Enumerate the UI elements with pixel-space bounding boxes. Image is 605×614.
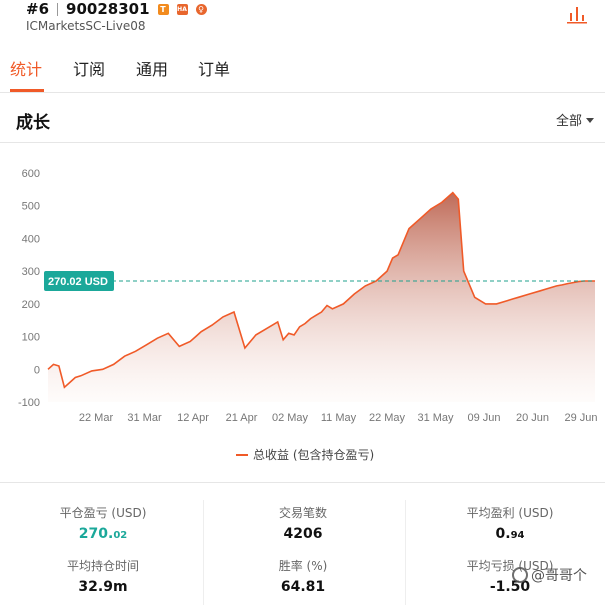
watermark: @哥哥个 (512, 565, 587, 585)
caret-down-icon (586, 118, 595, 123)
stat-label: 平仓盈亏 (USD) (59, 506, 147, 520)
svg-text:270.02 USD: 270.02 USD (48, 276, 108, 288)
growth-chart: 600 500 400 300 200 100 0 -100 22 Mar 31 Mar 12 A… (18, 168, 598, 424)
x-tick-label: 22 May (369, 412, 406, 424)
x-tick-label: 22 Mar (79, 412, 114, 424)
account-number: 90028301 (66, 0, 150, 18)
chart-legend: 总收益 (包含持仓盈亏) (236, 446, 374, 463)
account-header: #6 90028301 T HA ♀ ICMarketsSC-Live08 (0, 0, 605, 42)
range-dropdown[interactable]: 全部 (556, 110, 595, 129)
x-tick-label: 11 May (321, 412, 357, 424)
x-tick-label: 09 Jun (467, 412, 500, 424)
stat-label: 平均持仓时间 (66, 559, 139, 573)
rank-label: #6 (26, 0, 50, 18)
y-tick-label: 0 (34, 364, 40, 376)
tab-bar: 统计 订阅 通用 订单 (0, 42, 605, 93)
gender-badge-icon: ♀ (195, 3, 207, 15)
server-name: ICMarketsSC-Live08 (26, 19, 146, 33)
account-line: #6 90028301 T HA ♀ (26, 0, 207, 18)
reference-label: 270.02 USD (44, 270, 114, 291)
stat-label: 平均盈利 (USD) (466, 506, 554, 520)
tab-subscribe[interactable]: 订阅 (73, 56, 105, 80)
stat-divider (203, 500, 204, 605)
x-tick-label: 20 Jun (516, 412, 549, 424)
weibo-icon (512, 567, 528, 583)
x-tick-label: 21 Apr (226, 412, 258, 424)
y-tick-label: 400 (22, 233, 40, 245)
tab-orders[interactable]: 订单 (198, 56, 230, 80)
stat-value: 4206 (283, 526, 323, 542)
x-tick-label: 31 Mar (127, 412, 162, 424)
stat-trades: 交易笔数 4206 (203, 504, 403, 542)
divider (0, 142, 605, 143)
separator (57, 2, 59, 16)
stat-divider (405, 500, 406, 605)
ha-badge-icon: HA (176, 3, 188, 15)
tab-statistics[interactable]: 统计 (10, 56, 42, 80)
stat-hold-time: 平均持仓时间 32.9m (3, 557, 203, 595)
y-tick-label: 500 (22, 201, 40, 213)
x-tick-label: 31 May (417, 412, 454, 424)
active-tab-indicator (10, 89, 44, 92)
tab-general[interactable]: 通用 (136, 56, 168, 80)
stat-value: 270.02 (78, 526, 128, 542)
y-tick-label: -100 (18, 397, 40, 409)
range-label: 全部 (556, 114, 583, 129)
stat-value: 64.81 (280, 579, 326, 595)
x-tick-label: 29 Jun (564, 412, 597, 424)
stat-label: 交易笔数 (278, 506, 327, 520)
x-tick-label: 12 Apr (177, 412, 209, 424)
stat-value: 32.9m (78, 579, 128, 595)
legend-label: 总收益 (包含持仓盈亏) (253, 448, 375, 462)
growth-area (48, 192, 595, 402)
legend-swatch (236, 453, 248, 456)
y-tick-label: 100 (22, 332, 40, 344)
divider (0, 482, 605, 483)
y-tick-label: 200 (22, 299, 40, 311)
y-tick-label: 300 (22, 266, 40, 278)
bar-chart-icon[interactable] (566, 4, 588, 24)
x-tick-label: 02 May (272, 412, 309, 424)
stat-value: 0.94 (495, 526, 525, 542)
stat-win-rate: 胜率 (%) 64.81 (203, 557, 403, 595)
section-title: 成长 (16, 113, 50, 133)
y-tick-label: 600 (22, 168, 40, 180)
trader-badge-icon: T (157, 3, 169, 15)
stat-label: 胜率 (%) (278, 559, 328, 573)
stat-avg-profit: 平均盈利 (USD) 0.94 (410, 504, 605, 542)
stat-closed-pl: 平仓盈亏 (USD) 270.02 (3, 504, 203, 542)
